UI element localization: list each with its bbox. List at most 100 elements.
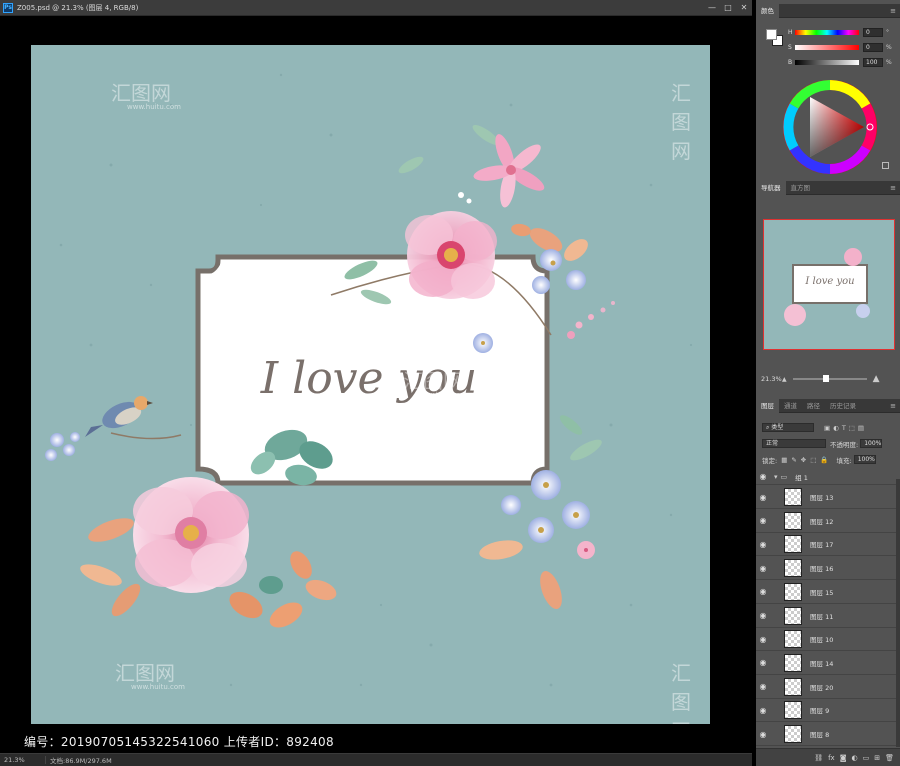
navigator-preview[interactable]: I love you bbox=[763, 219, 895, 350]
visibility-eye-icon[interactable]: ◉ bbox=[756, 682, 770, 691]
color-wheel[interactable] bbox=[782, 79, 878, 175]
visibility-eye-icon[interactable]: ◉ bbox=[756, 472, 770, 481]
delete-layer-icon[interactable]: 🗑 bbox=[885, 754, 894, 762]
zoom-out-icon[interactable]: ▲ bbox=[782, 376, 787, 383]
layer-thumbnail[interactable] bbox=[784, 653, 802, 672]
visibility-eye-icon[interactable]: ◉ bbox=[756, 587, 770, 596]
document-tab[interactable]: Ps Z005.psd @ 21.3% (图层 4, RGB/8) — □ ✕ bbox=[0, 0, 752, 16]
zoom-in-icon[interactable]: ▲ bbox=[873, 374, 880, 384]
foreground-color-swatch[interactable] bbox=[766, 29, 777, 40]
hue-value[interactable]: 0 bbox=[863, 27, 883, 37]
layer-thumbnail[interactable] bbox=[784, 535, 802, 554]
visibility-eye-icon[interactable]: ◉ bbox=[756, 540, 770, 549]
layers-scrollbar[interactable] bbox=[896, 479, 900, 747]
fx-icon[interactable]: fx bbox=[828, 754, 835, 762]
layer-thumbnail[interactable] bbox=[784, 701, 802, 720]
tab-channels[interactable]: 通道 bbox=[779, 399, 802, 413]
layer-row[interactable]: ◉ 图层 10 bbox=[756, 628, 896, 652]
layer-filter-row: ⌕ 类型 ▣◐T⬚▤ bbox=[756, 421, 900, 434]
preview-text: I love you bbox=[805, 276, 855, 287]
link-layers-icon[interactable]: ⛓ bbox=[814, 754, 823, 762]
watermark-logo: 汇图网 bbox=[403, 369, 463, 393]
canvas-area[interactable]: I love you 汇图网 www.huitu.com 汇图网 www.hui… bbox=[0, 17, 752, 753]
layer-thumbnail[interactable] bbox=[784, 488, 802, 506]
color-swatches[interactable] bbox=[766, 29, 784, 47]
new-layer-icon[interactable]: ⊞ bbox=[874, 754, 880, 762]
navigator-zoom-slider[interactable] bbox=[792, 375, 867, 382]
color-panel-options-icon[interactable] bbox=[882, 162, 889, 169]
layer-row[interactable]: ◉ 图层 16 bbox=[756, 557, 896, 581]
layer-thumbnail[interactable] bbox=[784, 677, 802, 696]
layer-name: 图层 17 bbox=[810, 541, 834, 550]
navigator-zoom-value[interactable]: 21.3% bbox=[756, 375, 782, 383]
layer-name: 图层 11 bbox=[810, 612, 834, 621]
layer-row[interactable]: ◉ 图层 9 bbox=[756, 699, 896, 723]
saturation-unit: % bbox=[886, 43, 892, 51]
hue-unit: ° bbox=[886, 28, 889, 36]
close-button[interactable]: ✕ bbox=[736, 1, 752, 15]
adjustment-icon[interactable]: ◐ bbox=[852, 754, 858, 762]
new-group-icon[interactable]: ▭ bbox=[863, 754, 870, 762]
visibility-eye-icon[interactable]: ◉ bbox=[756, 493, 770, 502]
saturation-slider[interactable] bbox=[795, 44, 859, 50]
tab-history[interactable]: 历史记录 bbox=[825, 399, 861, 413]
zoom-slider-thumb[interactable] bbox=[822, 375, 829, 382]
brightness-slider[interactable] bbox=[795, 59, 859, 65]
visibility-eye-icon[interactable]: ◉ bbox=[756, 706, 770, 715]
blend-mode-select[interactable]: 正常 bbox=[762, 439, 826, 448]
tab-navigator[interactable]: 导航器 bbox=[756, 180, 786, 195]
panel-menu-icon[interactable]: ≡ bbox=[890, 184, 896, 192]
chevron-down-icon[interactable]: ▾ bbox=[774, 473, 778, 481]
artwork-svg: I love you bbox=[45, 73, 693, 687]
layers-tabs: 图层 通道 路径 历史记录 ≡ bbox=[756, 398, 900, 413]
layer-row[interactable]: ◉ 图层 13 bbox=[756, 486, 896, 509]
layer-row[interactable]: ◉ 图层 17 bbox=[756, 533, 896, 557]
brightness-slider-row: B 100 % bbox=[788, 57, 892, 67]
visibility-eye-icon[interactable]: ◉ bbox=[756, 611, 770, 620]
visibility-eye-icon[interactable]: ◉ bbox=[756, 564, 770, 573]
layer-thumbnail[interactable] bbox=[784, 606, 802, 625]
filter-icons[interactable]: ▣◐T⬚▤ bbox=[824, 424, 867, 432]
artboard[interactable]: I love you 汇图网 www.huitu.com 汇图网 www.hui… bbox=[31, 45, 710, 724]
panel-menu-icon[interactable]: ≡ bbox=[890, 402, 896, 410]
opacity-label: 不透明度: bbox=[830, 440, 859, 449]
tab-paths[interactable]: 路径 bbox=[802, 399, 825, 413]
saturation-value[interactable]: 0 bbox=[863, 42, 883, 52]
status-doc-size[interactable]: 文档:86.9M/297.6M bbox=[46, 755, 112, 765]
layer-name: 图层 10 bbox=[810, 636, 834, 645]
lock-icons[interactable]: ▦✎✥⬚🔒 bbox=[781, 456, 832, 464]
layer-row[interactable]: ◉ 图层 20 bbox=[756, 675, 896, 699]
maximize-button[interactable]: □ bbox=[720, 1, 736, 15]
layer-filter-select[interactable]: ⌕ 类型 bbox=[762, 423, 814, 432]
tab-color[interactable]: 颜色 bbox=[756, 3, 779, 18]
visibility-eye-icon[interactable]: ◉ bbox=[756, 730, 770, 739]
layer-group-row[interactable]: ◉ ▾ ▭ 组 1 bbox=[756, 469, 896, 485]
visibility-eye-icon[interactable]: ◉ bbox=[756, 516, 770, 525]
bird-illustration bbox=[85, 396, 182, 440]
layer-thumbnail[interactable] bbox=[784, 511, 802, 530]
lock-label: 锁定: bbox=[762, 456, 778, 465]
layer-row[interactable]: ◉ 图层 11 bbox=[756, 604, 896, 628]
layer-row[interactable]: ◉ 图层 15 bbox=[756, 580, 896, 604]
mask-icon[interactable]: ◙ bbox=[840, 754, 847, 762]
layer-thumbnail[interactable] bbox=[784, 559, 802, 578]
layer-row[interactable]: ◉ 图层 12 bbox=[756, 509, 896, 533]
opacity-input[interactable]: 100% bbox=[860, 439, 883, 448]
tab-histogram[interactable]: 直方图 bbox=[786, 181, 816, 195]
layer-thumbnail[interactable] bbox=[784, 582, 802, 601]
visibility-eye-icon[interactable]: ◉ bbox=[756, 658, 770, 667]
brightness-value[interactable]: 100 bbox=[863, 57, 883, 67]
status-zoom[interactable]: 21.3% bbox=[0, 756, 46, 764]
layer-thumbnail[interactable] bbox=[784, 725, 802, 743]
layer-row[interactable]: ◉ 图层 8 bbox=[756, 723, 896, 746]
hue-slider[interactable] bbox=[795, 29, 859, 35]
fill-label: 填充: bbox=[836, 456, 852, 465]
tab-layers[interactable]: 图层 bbox=[756, 398, 779, 413]
fill-input[interactable]: 100% bbox=[853, 455, 876, 464]
panel-menu-icon[interactable]: ≡ bbox=[890, 7, 896, 15]
layer-row[interactable]: ◉ 图层 14 bbox=[756, 651, 896, 675]
minimize-button[interactable]: — bbox=[704, 1, 720, 15]
layer-thumbnail[interactable] bbox=[784, 630, 802, 649]
layer-name: 图层 14 bbox=[810, 659, 834, 668]
visibility-eye-icon[interactable]: ◉ bbox=[756, 635, 770, 644]
